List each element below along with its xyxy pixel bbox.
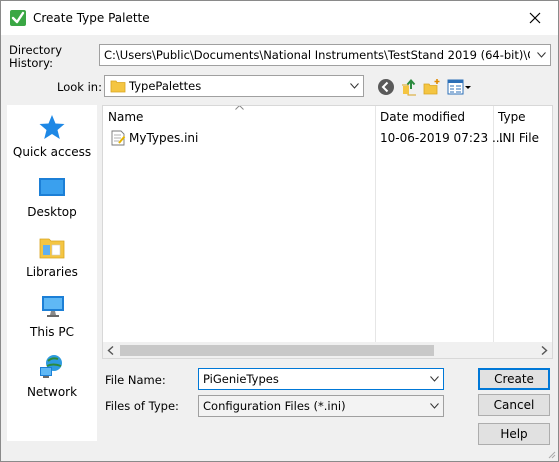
back-icon[interactable] xyxy=(377,78,395,96)
place-quick-access[interactable]: Quick access xyxy=(7,107,97,167)
view-menu-icon[interactable] xyxy=(447,78,473,96)
place-desktop[interactable]: Desktop xyxy=(7,167,97,227)
quick-access-star-icon xyxy=(39,115,65,139)
file-row[interactable]: MyTypes.ini 10-06-2019 07:23 ... INI Fil… xyxy=(103,128,552,148)
resize-grip-icon[interactable] xyxy=(546,449,556,459)
file-name-label: File Name: xyxy=(105,373,166,387)
files-of-type-select[interactable]: Configuration Files (*.ini) xyxy=(198,395,444,417)
files-of-type-value: Configuration Files (*.ini) xyxy=(203,399,346,413)
chevron-down-icon[interactable] xyxy=(425,369,443,389)
create-button[interactable]: Create xyxy=(478,368,550,390)
folder-icon xyxy=(110,80,126,93)
file-name-cell: MyTypes.ini xyxy=(129,131,199,145)
file-date-cell: 10-06-2019 07:23 ... xyxy=(380,131,504,145)
column-header-name[interactable]: Name xyxy=(103,106,375,128)
look-in-label: Look in: xyxy=(57,80,102,94)
places-bar: Quick access Desktop Libraries This PC N… xyxy=(7,105,97,441)
scroll-left-icon[interactable] xyxy=(107,346,115,355)
chevron-down-icon[interactable] xyxy=(532,45,550,65)
this-pc-icon xyxy=(42,296,64,317)
place-network[interactable]: Network xyxy=(7,347,97,407)
window-title: Create Type Palette xyxy=(33,11,150,25)
directory-history-value: C:\Users\Public\Documents\National Instr… xyxy=(104,48,530,62)
chevron-down-icon[interactable] xyxy=(345,76,363,96)
file-type-cell: INI File xyxy=(499,131,539,145)
close-icon xyxy=(529,12,541,24)
directory-history-label-line2: History: xyxy=(9,56,53,70)
new-folder-icon[interactable] xyxy=(423,78,441,96)
close-button[interactable] xyxy=(512,1,558,35)
libraries-icon xyxy=(39,238,65,259)
ini-file-icon xyxy=(111,130,126,146)
title-bar: Create Type Palette xyxy=(1,1,558,35)
look-in-combo[interactable]: TypePalettes xyxy=(104,75,364,97)
help-button[interactable]: Help xyxy=(478,423,550,445)
column-header-date-modified[interactable]: Date modified xyxy=(375,106,493,128)
scroll-right-icon[interactable] xyxy=(540,346,548,355)
create-type-palette-dialog: Create Type Palette Directory History: C… xyxy=(0,0,559,462)
place-label: Quick access xyxy=(12,145,92,159)
desktop-icon xyxy=(39,178,65,196)
directory-history-combo[interactable]: C:\Users\Public\Documents\National Instr… xyxy=(99,44,551,66)
cancel-button[interactable]: Cancel xyxy=(478,394,550,416)
look-in-value: TypePalettes xyxy=(129,79,202,93)
column-header-label: Name xyxy=(108,110,144,124)
place-this-pc[interactable]: This PC xyxy=(7,287,97,347)
files-of-type-label: Files of Type: xyxy=(105,399,179,413)
column-header-label: Date modified xyxy=(380,110,466,124)
file-name-input[interactable]: PiGenieTypes xyxy=(198,368,444,390)
place-label: Desktop xyxy=(27,205,77,219)
directory-history-label: Directory History: xyxy=(9,44,62,70)
horizontal-scrollbar[interactable] xyxy=(103,342,552,358)
place-label: Network xyxy=(26,385,78,399)
place-libraries[interactable]: Libraries xyxy=(7,227,97,287)
network-icon xyxy=(40,355,62,378)
column-header-label: Type xyxy=(498,110,526,124)
file-list[interactable]: Name Date modified Type MyTypes.ini 10-0… xyxy=(102,105,553,359)
up-folder-icon[interactable] xyxy=(400,78,418,96)
scrollbar-thumb[interactable] xyxy=(120,345,434,356)
place-label: This PC xyxy=(30,325,74,339)
file-name-value: PiGenieTypes xyxy=(203,372,279,386)
chevron-down-icon[interactable] xyxy=(425,396,443,416)
column-header-type[interactable]: Type xyxy=(493,106,552,128)
place-label: Libraries xyxy=(26,265,78,279)
checkmark-app-icon xyxy=(10,10,26,26)
